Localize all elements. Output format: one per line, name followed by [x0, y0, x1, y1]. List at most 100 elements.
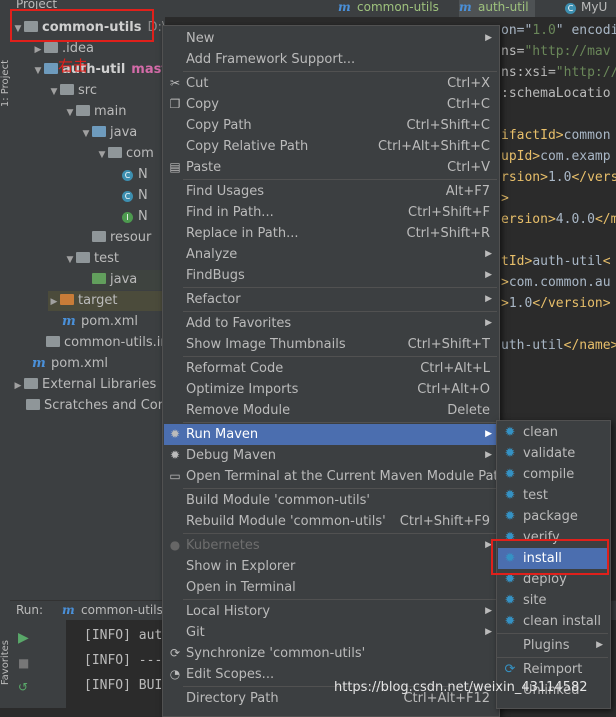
menu-item-add-to-favorites[interactable]: Add to Favorites ▶	[164, 313, 498, 334]
tab-common-utils[interactable]: m common-utils	[338, 0, 439, 17]
run-tab[interactable]: m common-utils	[62, 603, 163, 617]
menu-item-paste[interactable]: ▤ Paste Ctrl+V	[164, 157, 498, 178]
menu-item-find-in-path[interactable]: Find in Path... Ctrl+Shift+F	[164, 202, 498, 223]
submenu-item-label: Reimport	[523, 662, 583, 677]
menu-item-add-framework-support[interactable]: Add Framework Support...	[164, 49, 498, 70]
maven-goal-clean[interactable]: ✹ clean	[498, 422, 609, 443]
tree-item-label: target	[78, 293, 118, 308]
expand-arrow-icon[interactable]: ▼	[64, 103, 76, 123]
tree-item-n[interactable]: CN	[122, 165, 148, 185]
menu-item-git[interactable]: Git ▶	[164, 622, 498, 643]
maven-gear-icon: ✹	[169, 448, 181, 462]
submenu-arrow-icon: ▶	[485, 540, 492, 550]
menu-item-label: Remove Module	[186, 403, 291, 418]
menu-item-refactor[interactable]: Refactor ▶	[164, 289, 498, 310]
restore-icon[interactable]: ↺	[18, 680, 28, 694]
tree-item-java[interactable]: ▼ java	[80, 123, 138, 144]
maven-goal-icon: ✹	[504, 593, 516, 608]
project-panel-header[interactable]: Project	[16, 0, 57, 14]
tree-item-auth-util[interactable]: ▼auth-utilmaste	[32, 60, 165, 80]
expand-arrow-icon[interactable]: ▼	[48, 82, 60, 102]
submenu-arrow-icon: ▶	[485, 606, 492, 616]
tree-item-pom-xml[interactable]: m pom.xml	[32, 354, 108, 374]
maven-icon: m	[62, 314, 76, 329]
maven-goal-site[interactable]: ✹ site	[498, 590, 609, 611]
tree-item-external-libraries[interactable]: ▶ External Libraries	[12, 375, 157, 396]
menu-item-run-maven[interactable]: ✹ Run Maven ▶	[164, 424, 498, 445]
menu-item-analyze[interactable]: Analyze ▶	[164, 244, 498, 265]
maven-goal-verify[interactable]: ✹ verify	[498, 527, 609, 548]
menu-item-debug-maven[interactable]: ✹ Debug Maven ▶	[164, 445, 498, 466]
menu-item-show-in-explorer[interactable]: Show in Explorer	[164, 556, 498, 577]
maven-goal-compile[interactable]: ✹ compile	[498, 464, 609, 485]
maven-goal-package[interactable]: ✹ package	[498, 506, 609, 527]
tree-item-com[interactable]: ▼ com	[96, 144, 154, 164]
tree-item-label: pom.xml	[81, 314, 138, 329]
menu-item-label: Local History	[186, 604, 271, 619]
tab-myu[interactable]: C MyU	[565, 0, 607, 17]
menu-item-new[interactable]: New ▶	[164, 28, 498, 49]
tree-item-label: Scratches and Cons	[44, 398, 165, 413]
run-label: Run:	[16, 603, 44, 617]
tree-item-pom-xml[interactable]: m pom.xml	[62, 312, 138, 332]
collapse-arrow-icon[interactable]: ▶	[12, 376, 24, 396]
menu-item-copy-path[interactable]: Copy Path Ctrl+Shift+C	[164, 115, 498, 136]
menu-item-open-in-terminal[interactable]: Open in Terminal	[164, 577, 498, 598]
tree-item-main[interactable]: ▼ main	[64, 102, 127, 123]
menu-item-rebuild-module-common-utils[interactable]: Rebuild Module 'common-utils' Ctrl+Shift+…	[164, 511, 498, 532]
menu-item-label: Show Image Thumbnails	[186, 337, 346, 352]
menu-item-show-image-thumbnails[interactable]: Show Image Thumbnails Ctrl+Shift+T	[164, 334, 498, 355]
terminal-icon: ▭	[169, 469, 181, 483]
menu-item-open-terminal-at-the-current-maven-module-path[interactable]: ▭ Open Terminal at the Current Maven Modu…	[164, 466, 506, 487]
menu-item-find-usages[interactable]: Find Usages Alt+F7	[164, 181, 498, 202]
tree-item-src[interactable]: ▼ src	[48, 81, 97, 101]
menu-item-optimize-imports[interactable]: Optimize Imports Ctrl+Alt+O	[164, 379, 498, 400]
tree-item-label: pom.xml	[51, 356, 108, 371]
expand-arrow-icon[interactable]: ▼	[64, 250, 76, 270]
tree-item-n[interactable]: CN	[122, 186, 148, 206]
menu-separator	[183, 71, 497, 72]
tree-item-common-utils-im[interactable]: common-utils.im	[46, 333, 165, 353]
expand-arrow-icon[interactable]: ▼	[32, 61, 44, 81]
menu-item-reformat-code[interactable]: Reformat Code Ctrl+Alt+L	[164, 358, 498, 379]
tree-item-java[interactable]: java	[92, 270, 165, 290]
tree-item-label: .idea	[62, 41, 94, 56]
tree-item-common-utils[interactable]: ▼common-utilsD:\DEMO\...	[12, 18, 165, 38]
maven-goal-plugins[interactable]: Plugins ▶	[498, 635, 609, 656]
maven-goal-install[interactable]: ✹ install	[498, 548, 609, 569]
expand-arrow-icon[interactable]: ▼	[12, 19, 24, 39]
menu-item-kubernetes: ● Kubernetes ▶	[164, 535, 498, 556]
maven-goal-test[interactable]: ✹ test	[498, 485, 609, 506]
tree-item-scratches-and-cons[interactable]: Scratches and Cons	[26, 396, 165, 416]
tree-item-resour[interactable]: resour	[92, 228, 151, 248]
menu-item-findbugs[interactable]: FindBugs ▶	[164, 265, 498, 286]
rerun-icon[interactable]: ▶	[18, 630, 29, 646]
maven-goal-validate[interactable]: ✹ validate	[498, 443, 609, 464]
menu-item-replace-in-path[interactable]: Replace in Path... Ctrl+Shift+R	[164, 223, 498, 244]
maven-goal-clean-install[interactable]: ✹ clean install	[498, 611, 609, 632]
menu-item-copy[interactable]: ❐ Copy Ctrl+C	[164, 94, 498, 115]
submenu-item-label: Plugins	[523, 638, 570, 653]
collapse-arrow-icon[interactable]: ▶	[32, 40, 44, 60]
tab-auth-util[interactable]: m auth-util	[459, 0, 535, 17]
expand-arrow-icon[interactable]: ▼	[80, 124, 92, 144]
menu-item-build-module-common-utils[interactable]: Build Module 'common-utils'	[164, 490, 498, 511]
menu-separator	[183, 422, 497, 423]
stop-icon[interactable]: ■	[18, 656, 29, 670]
tree-item-test[interactable]: ▼ test	[64, 249, 119, 269]
tree-item-target[interactable]: ▶ target	[48, 291, 165, 311]
console-line: [INFO] aut	[84, 628, 163, 643]
sync-icon: ⟳	[169, 646, 181, 660]
maven-goal-deploy[interactable]: ✹ deploy	[498, 569, 609, 590]
menu-item-cut[interactable]: ✂ Cut Ctrl+X	[164, 73, 498, 94]
tree-item-n[interactable]: IN	[122, 207, 148, 227]
expand-arrow-icon[interactable]: ▼	[96, 145, 108, 165]
menu-item-synchronize-common-utils[interactable]: ⟳ Synchronize 'common-utils'	[164, 643, 498, 664]
submenu-item-label: deploy	[523, 572, 567, 587]
menu-item-copy-relative-path[interactable]: Copy Relative Path Ctrl+Alt+Shift+C	[164, 136, 498, 157]
collapse-arrow-icon[interactable]: ▶	[48, 292, 60, 312]
menu-item-shortcut: Ctrl+X	[447, 76, 490, 91]
menu-item-local-history[interactable]: Local History ▶	[164, 601, 498, 622]
menu-item-remove-module[interactable]: Remove Module Delete	[164, 400, 498, 421]
maven-goal-reimport[interactable]: ⟳ Reimport	[498, 659, 609, 680]
